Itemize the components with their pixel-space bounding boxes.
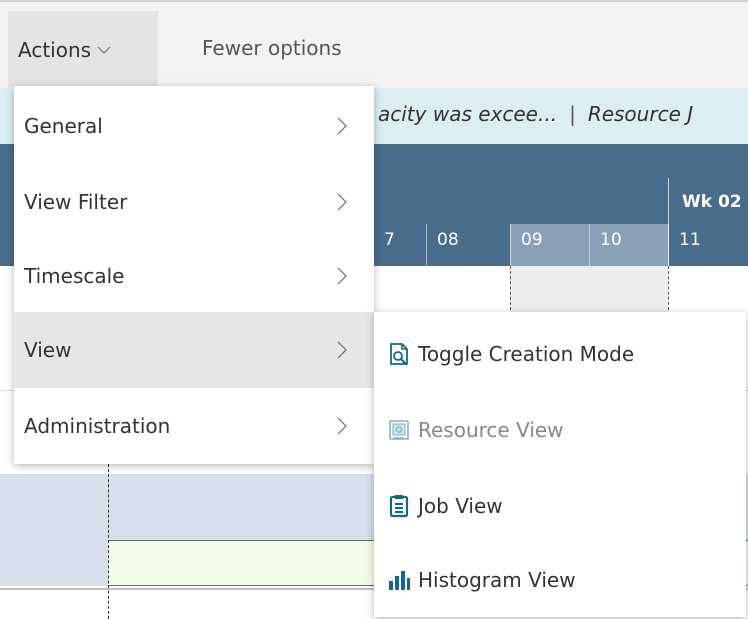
menu-item-label: Timescale [24,264,125,288]
menu-item-label: Administration [24,414,171,438]
toggle-creation-icon [390,343,408,365]
submenu-item-resource-view[interactable]: Resource View [374,392,746,468]
bar-chart-icon [389,571,410,590]
chevron-right-icon [337,193,347,211]
actions-dropdown-menu: General View Filter Timescale View Admin… [14,86,374,464]
grid-line [510,266,511,310]
menu-item-view[interactable]: View [14,312,374,388]
week-label: Wk 02 [682,192,742,212]
menu-item-label: View [24,338,72,362]
view-submenu: Toggle Creation Mode Resource View Job V… [374,312,746,617]
submenu-item-label: Histogram View [418,568,576,592]
grid-line [108,464,109,619]
actions-label: Actions [18,37,92,62]
weekend-column [510,266,668,313]
notification-text-right: Resource J [587,102,694,126]
menu-item-administration[interactable]: Administration [14,388,374,464]
chevron-right-icon [337,267,347,285]
day-cell: 7 [384,230,395,250]
menu-item-label: General [24,114,103,138]
day-cell: 08 [426,224,510,266]
notification-text-left: acity was excee... [378,102,558,126]
menu-item-label: View Filter [24,190,128,214]
day-cell: 11 [668,224,748,266]
submenu-item-label: Job View [418,494,503,518]
chevron-right-icon [337,341,347,359]
submenu-item-label: Resource View [418,418,564,442]
fewer-options-button[interactable]: Fewer options [202,36,342,60]
notification-separator: | [569,102,576,126]
day-cell: 10 [589,224,668,266]
submenu-item-label: Toggle Creation Mode [418,342,635,366]
submenu-item-toggle-creation-mode[interactable]: Toggle Creation Mode [374,316,746,392]
resource-view-icon [389,420,409,440]
menu-item-timescale[interactable]: Timescale [14,238,374,314]
grid-line [668,266,669,310]
action-bar: Actions Fewer options [0,0,748,90]
actions-menu-button[interactable]: Actions [8,11,158,88]
chevron-down-icon [97,46,111,54]
submenu-item-histogram-view[interactable]: Histogram View [374,542,746,618]
menu-item-view-filter[interactable]: View Filter [14,164,374,240]
chevron-right-icon [337,117,347,135]
clipboard-icon [389,495,409,518]
chevron-right-icon [337,417,347,435]
day-cell: 09 [510,224,589,266]
menu-item-general[interactable]: General [14,88,374,164]
submenu-item-job-view[interactable]: Job View [374,468,746,544]
